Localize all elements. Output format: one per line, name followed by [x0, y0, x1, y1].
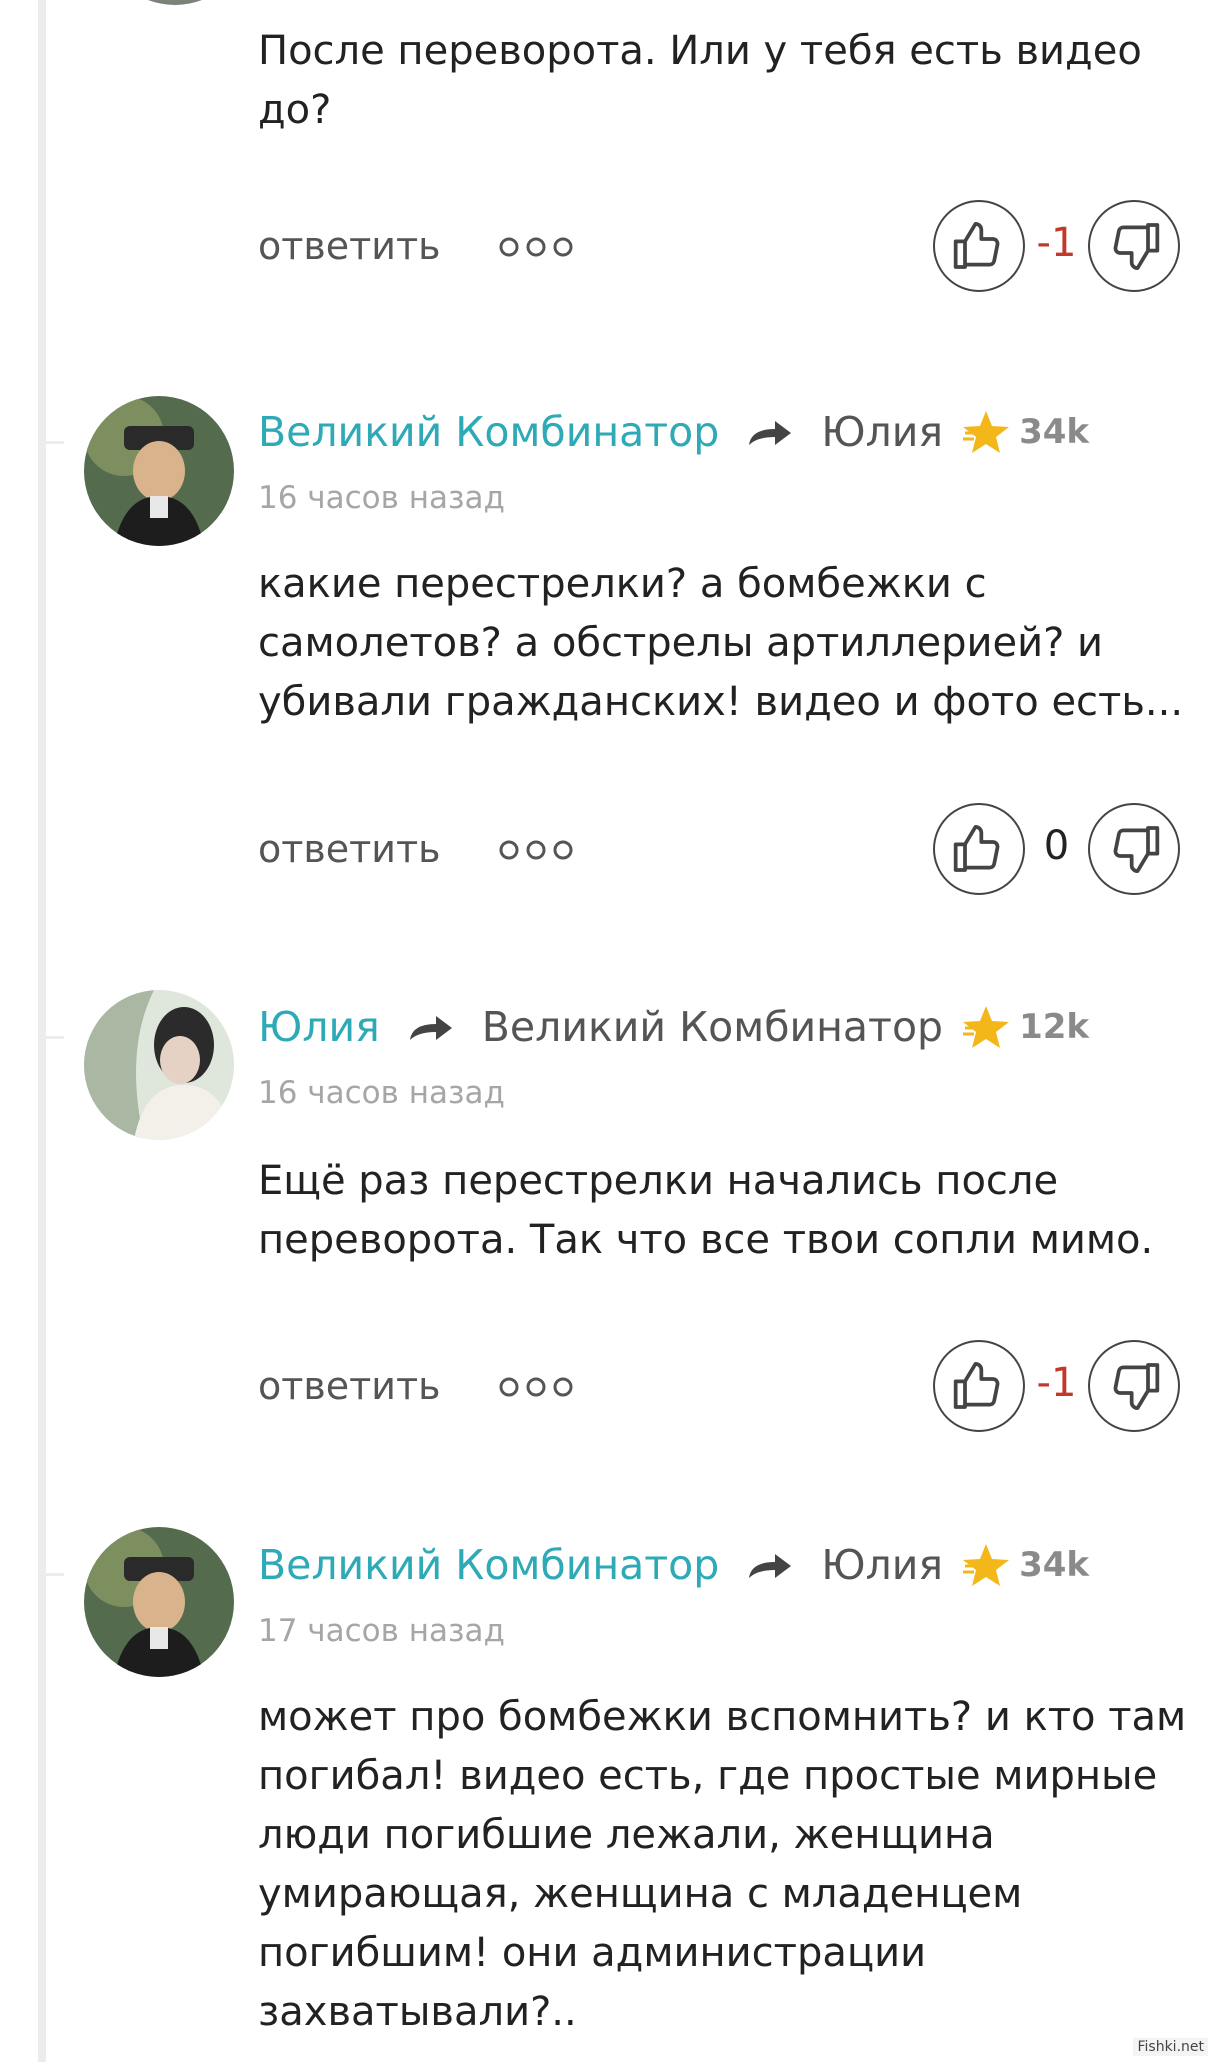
- comment-header: Великий Комбинатор Юлия 34k: [258, 402, 1089, 462]
- dislike-button[interactable]: [1088, 1340, 1180, 1432]
- more-dots-icon[interactable]: [498, 839, 574, 861]
- dislike-button[interactable]: [1088, 200, 1180, 292]
- share-arrow-icon: [409, 1016, 452, 1040]
- thumbs-up-icon: [953, 824, 1000, 872]
- avatar-image: [84, 990, 234, 1140]
- author-name[interactable]: Великий Комбинатор: [258, 408, 719, 456]
- like-button[interactable]: [933, 1340, 1025, 1432]
- thread-connector: [38, 1573, 64, 1576]
- share-arrow-icon: [749, 1554, 792, 1578]
- dislike-button[interactable]: [1088, 803, 1180, 895]
- thread-connector: [38, 1036, 64, 1039]
- star-icon: [963, 1006, 1010, 1048]
- watermark: Fishki.net: [1133, 2038, 1208, 2056]
- vote-score: -1: [1036, 220, 1077, 266]
- thread-line: [38, 0, 46, 2062]
- reply-target[interactable]: Юлия: [821, 1541, 943, 1589]
- reply-target[interactable]: Великий Комбинатор: [482, 1003, 943, 1051]
- thumbs-down-icon: [1113, 1363, 1160, 1411]
- author-name[interactable]: Великий Комбинатор: [258, 1541, 719, 1589]
- comment-actions: ответить -1: [258, 1340, 1188, 1436]
- thumbs-down-icon: [1113, 826, 1160, 874]
- avatar[interactable]: [100, 0, 250, 5]
- star-icon: [963, 411, 1010, 453]
- more-dots-icon[interactable]: [498, 1376, 574, 1398]
- vote-score: 0: [1043, 823, 1070, 869]
- star-icon: [963, 1544, 1010, 1586]
- author-name[interactable]: Юлия: [258, 1003, 380, 1051]
- share-arrow-icon: [749, 421, 792, 445]
- user-rating: 34k: [1019, 412, 1089, 452]
- timestamp: 17 часов назад: [258, 1613, 505, 1649]
- thumbs-up-icon: [953, 1361, 1000, 1409]
- more-dots-icon[interactable]: [498, 236, 574, 258]
- avatar[interactable]: [84, 396, 234, 546]
- reply-button[interactable]: ответить: [258, 1364, 441, 1408]
- comment-text: может про бомбежки вспомнить? и кто там …: [258, 1694, 1187, 2035]
- avatar[interactable]: [84, 990, 234, 1140]
- comment-actions: ответить 0: [258, 803, 1188, 899]
- reply-button[interactable]: ответить: [258, 827, 441, 871]
- comment-text: После переворота. Или у тебя есть видео …: [258, 28, 1142, 133]
- timestamp: 16 часов назад: [258, 480, 505, 516]
- comment-actions: ответить -1: [258, 200, 1188, 296]
- avatar[interactable]: [84, 1527, 234, 1677]
- avatar-image: [84, 1527, 234, 1677]
- timestamp: 16 часов назад: [258, 1075, 505, 1111]
- thumbs-up-icon: [953, 221, 1000, 269]
- user-rating: 34k: [1019, 1545, 1089, 1585]
- comment-header: Юлия Великий Комбинатор 12k: [258, 997, 1089, 1057]
- vote-score: -1: [1036, 1360, 1077, 1406]
- user-rating: 12k: [1019, 1007, 1089, 1047]
- comment-header: Великий Комбинатор Юлия 34k: [258, 1535, 1089, 1595]
- like-button[interactable]: [933, 803, 1025, 895]
- like-button[interactable]: [933, 200, 1025, 292]
- thumbs-down-icon: [1113, 223, 1160, 271]
- avatar-image: [84, 396, 234, 546]
- reply-target[interactable]: Юлия: [821, 408, 943, 456]
- comment-text: Ещё раз перестрелки начались после перев…: [258, 1158, 1154, 1263]
- reply-button[interactable]: ответить: [258, 224, 441, 268]
- thread-connector: [38, 441, 64, 444]
- comment-text: какие перестрелки? а бомбежки с самолето…: [258, 561, 1184, 725]
